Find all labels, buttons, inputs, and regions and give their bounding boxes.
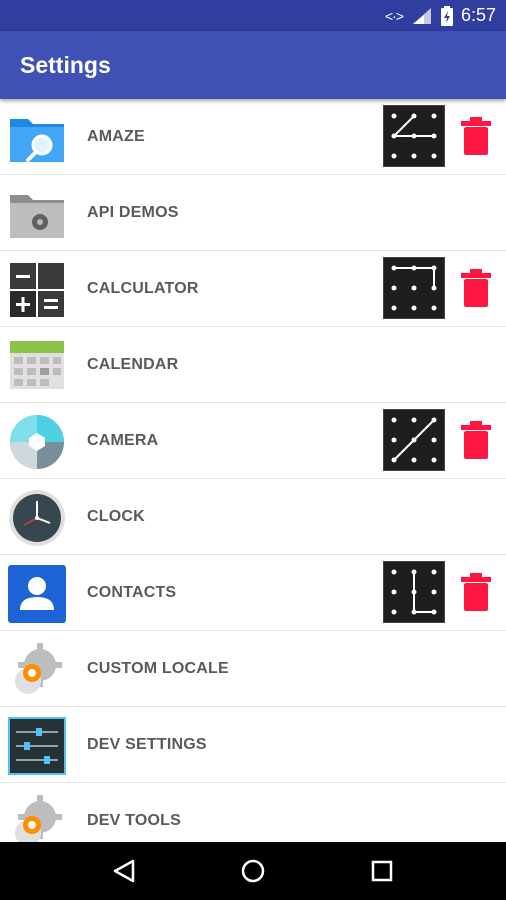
page-title: Settings [20, 51, 111, 78]
navigation-bar [0, 842, 506, 900]
list-item-calendar[interactable]: CALENDAR [0, 327, 506, 403]
list-item-calculator[interactable]: CALCULATOR [0, 251, 506, 327]
dev-tools-icon [15, 795, 62, 842]
amaze-folder-icon [10, 119, 64, 162]
list-item-dev-tools[interactable]: DEV TOOLS [0, 783, 506, 842]
clock-time: 6:57 [460, 5, 496, 25]
dev-settings-icon [8, 717, 66, 775]
app-label: AMAZE [87, 128, 145, 145]
custom-locale-icon [15, 643, 62, 694]
lock-pattern-icon[interactable] [383, 409, 445, 471]
list-item-api-demos[interactable]: API DEMOS [0, 175, 506, 251]
data-transfer-icon: <·> [384, 7, 404, 24]
calculator-icon [10, 263, 64, 317]
lock-pattern-icon[interactable] [383, 561, 445, 623]
list-item-camera[interactable]: CAMERA [0, 403, 506, 479]
home-icon[interactable] [240, 858, 266, 884]
delete-icon[interactable] [460, 116, 492, 156]
app-label: CUSTOM LOCALE [87, 660, 229, 677]
camera-icon [10, 415, 64, 469]
app-label: DEV TOOLS [87, 812, 181, 829]
delete-icon[interactable] [460, 420, 492, 460]
signal-icon [412, 7, 431, 24]
contacts-icon [8, 565, 66, 623]
list-item-custom-locale[interactable]: CUSTOM LOCALE [0, 631, 506, 707]
calendar-icon [10, 341, 64, 389]
clock-icon [9, 490, 65, 546]
app-list[interactable]: AMAZE API DEMOS CALCULATOR CALENDAR CAME… [0, 99, 506, 842]
app-label: CAMERA [87, 432, 159, 449]
list-item-contacts[interactable]: CONTACTS [0, 555, 506, 631]
status-bar: <·> 6:57 [0, 0, 506, 31]
list-item-clock[interactable]: CLOCK [0, 479, 506, 555]
app-label: CLOCK [87, 508, 145, 525]
api-demos-folder-icon [10, 195, 64, 238]
app-bar: Settings [0, 31, 506, 99]
app-label: CALENDAR [87, 356, 179, 373]
app-label: API DEMOS [87, 204, 179, 221]
list-item-dev-settings[interactable]: DEV SETTINGS [0, 707, 506, 783]
list-item-amaze[interactable]: AMAZE [0, 99, 506, 175]
recents-icon[interactable] [369, 858, 395, 884]
app-label: DEV SETTINGS [87, 736, 207, 753]
app-label: CALCULATOR [87, 280, 199, 297]
delete-icon[interactable] [460, 572, 492, 612]
lock-pattern-icon[interactable] [383, 105, 445, 167]
battery-icon [440, 5, 453, 26]
lock-pattern-icon[interactable] [383, 257, 445, 319]
app-label: CONTACTS [87, 584, 177, 601]
delete-icon[interactable] [460, 268, 492, 308]
back-icon[interactable] [111, 858, 137, 884]
